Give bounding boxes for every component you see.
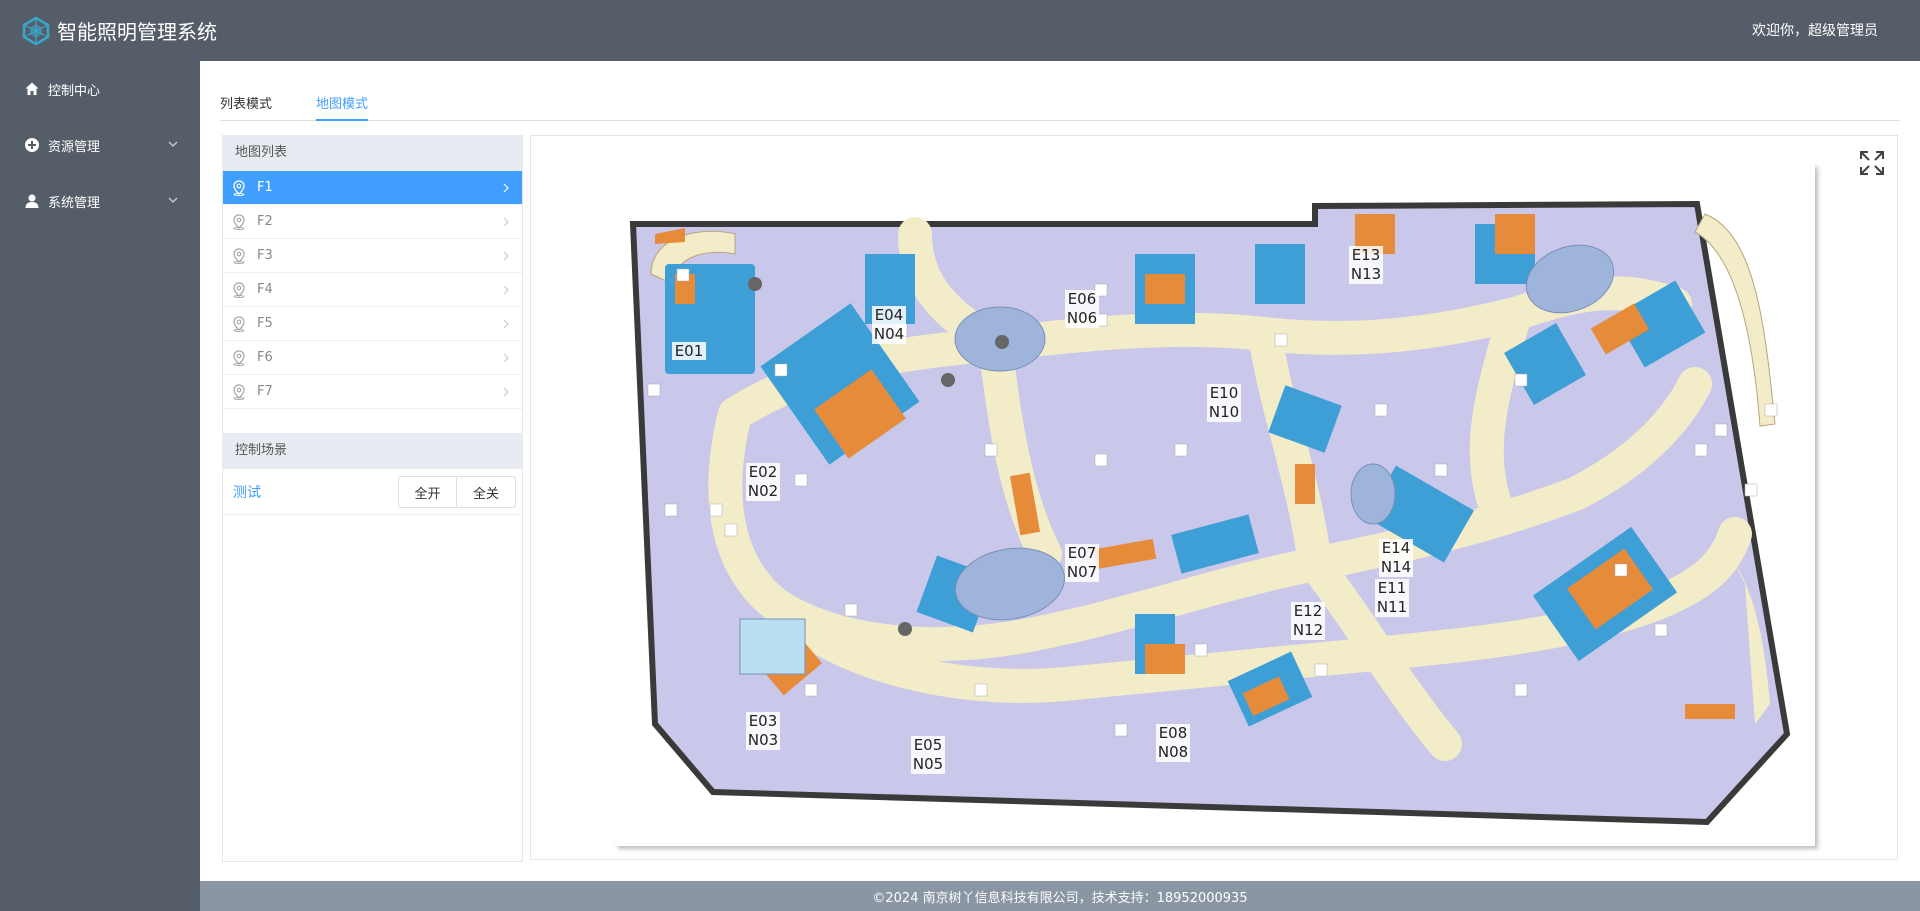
sidebar-item-control-center[interactable]: 控制中心: [0, 61, 200, 117]
zone-label-e08: E08: [1159, 724, 1188, 742]
zone-label-e07: E07: [1068, 544, 1097, 562]
map-pin-icon: [233, 213, 245, 230]
scene-row: 测试 全开 全关: [223, 469, 522, 515]
zone-label-n04: N04: [874, 325, 904, 343]
zone-label-n10: N10: [1209, 403, 1239, 421]
zone-label-e01: E01: [675, 342, 704, 360]
floor-plan[interactable]: E01 E02 N02 E03 N03 E04 N04 E05 N05 E06: [615, 164, 1815, 846]
tab-list-mode[interactable]: 列表模式: [220, 93, 272, 121]
zone-label-n13: N13: [1351, 265, 1381, 283]
sidebar: 控制中心 资源管理 系统管理: [0, 61, 200, 911]
zone-label-n05: N05: [913, 755, 943, 773]
scene-name-link[interactable]: 测试: [233, 482, 261, 502]
map-list-item-f1[interactable]: F1: [223, 171, 522, 205]
all-on-button[interactable]: 全开: [398, 476, 457, 508]
app-title: 智能照明管理系统: [57, 20, 217, 44]
sidebar-item-system-management[interactable]: 系统管理: [0, 173, 200, 229]
map-list-panel: 地图列表 F1 F2 F3 F4 F5 F6 F7: [222, 135, 523, 456]
map-list-title: 地图列表: [222, 135, 523, 171]
chevron-right-icon: [503, 353, 509, 363]
chevron-right-icon: [503, 217, 509, 227]
map-list-item-label: F1: [257, 180, 273, 195]
scene-button-group: 全开 全关: [398, 476, 516, 508]
map-list-item-f4[interactable]: F4: [223, 273, 522, 307]
chevron-down-icon: [168, 141, 178, 147]
zone-label-e04: E04: [875, 306, 904, 324]
control-scene-title: 控制场景: [222, 433, 523, 469]
zone-label-e12: E12: [1294, 602, 1323, 620]
floor-plan-drawing: E01 E02 N02 E03 N03 E04 N04 E05 N05 E06: [629, 200, 1791, 826]
map-pin-icon: [233, 281, 245, 298]
map-list-item-label: F7: [257, 384, 273, 399]
map-pin-icon: [233, 315, 245, 332]
map-list-item-label: F3: [257, 248, 273, 263]
zone-label-n02: N02: [748, 482, 778, 500]
zone-label-n03: N03: [748, 731, 778, 749]
sidebar-item-label: 系统管理: [48, 195, 101, 211]
main-content: 列表模式 地图模式 地图列表 F1 F2 F3 F4 F5 F6 F7 控制场景…: [200, 61, 1920, 881]
all-off-button[interactable]: 全关: [457, 476, 516, 508]
chevron-down-icon: [168, 197, 178, 203]
zone-label-e02: E02: [749, 463, 778, 481]
footer-text: ©2024 南京树丫信息科技有限公司，技术支持：18952000935: [872, 890, 1248, 906]
control-scene-panel: 控制场景 测试 全开 全关: [222, 433, 523, 862]
map-pin-icon: [233, 383, 245, 400]
home-icon: [25, 82, 39, 95]
map-view-panel: E01 E02 N02 E03 N03 E04 N04 E05 N05 E06: [530, 135, 1898, 860]
chevron-right-icon: [503, 319, 509, 329]
plus-circle-icon: [25, 138, 39, 152]
chevron-right-icon: [503, 285, 509, 295]
scene-list: 测试 全开 全关: [222, 469, 523, 862]
logo: 智能照明管理系统: [21, 16, 217, 46]
footer: ©2024 南京树丫信息科技有限公司，技术支持：18952000935: [200, 881, 1920, 911]
zone-label-e14: E14: [1382, 539, 1411, 557]
zone-label-e03: E03: [749, 712, 778, 730]
map-list-item-label: F6: [257, 350, 273, 365]
user-icon: [25, 194, 39, 208]
map-list-item-f5[interactable]: F5: [223, 307, 522, 341]
zone-label-n08: N08: [1158, 743, 1188, 761]
mode-tabs: 列表模式 地图模式: [220, 93, 1900, 121]
map-list-item-label: F4: [257, 282, 273, 297]
map-list-item-f6[interactable]: F6: [223, 341, 522, 375]
zone-label-e10: E10: [1210, 384, 1239, 402]
zone-label-n14: N14: [1381, 558, 1411, 576]
map-list-item-label: F5: [257, 316, 273, 331]
sidebar-item-resource-management[interactable]: 资源管理: [0, 117, 200, 173]
map-list-item-f3[interactable]: F3: [223, 239, 522, 273]
sidebar-item-label: 资源管理: [48, 139, 101, 155]
chevron-right-icon: [503, 183, 509, 193]
zone-label-e13: E13: [1352, 246, 1381, 264]
map-list-item-label: F2: [257, 214, 273, 229]
zone-label-n11: N11: [1377, 598, 1407, 616]
top-bar: 智能照明管理系统 欢迎你，超级管理员: [0, 0, 1920, 61]
zone-label-n06: N06: [1067, 309, 1097, 327]
sidebar-item-label: 控制中心: [48, 83, 101, 99]
zone-label-e06: E06: [1068, 290, 1097, 308]
zone-label-e05: E05: [914, 736, 943, 754]
map-list-item-f7[interactable]: F7: [223, 375, 522, 409]
zone-label-n12: N12: [1293, 621, 1323, 639]
zone-label-e11: E11: [1378, 579, 1407, 597]
map-pin-icon: [233, 247, 245, 264]
map-list: F1 F2 F3 F4 F5 F6 F7: [222, 171, 523, 456]
map-pin-icon: [233, 349, 245, 366]
fullscreen-icon[interactable]: [1859, 150, 1885, 176]
chevron-right-icon: [503, 387, 509, 397]
map-list-item-f2[interactable]: F2: [223, 205, 522, 239]
logo-icon: [22, 16, 50, 45]
welcome-text: 欢迎你，超级管理员: [1752, 23, 1878, 39]
chevron-right-icon: [503, 251, 509, 261]
map-pin-icon: [233, 179, 245, 196]
tab-map-mode[interactable]: 地图模式: [316, 93, 369, 121]
zone-label-n07: N07: [1067, 563, 1097, 581]
